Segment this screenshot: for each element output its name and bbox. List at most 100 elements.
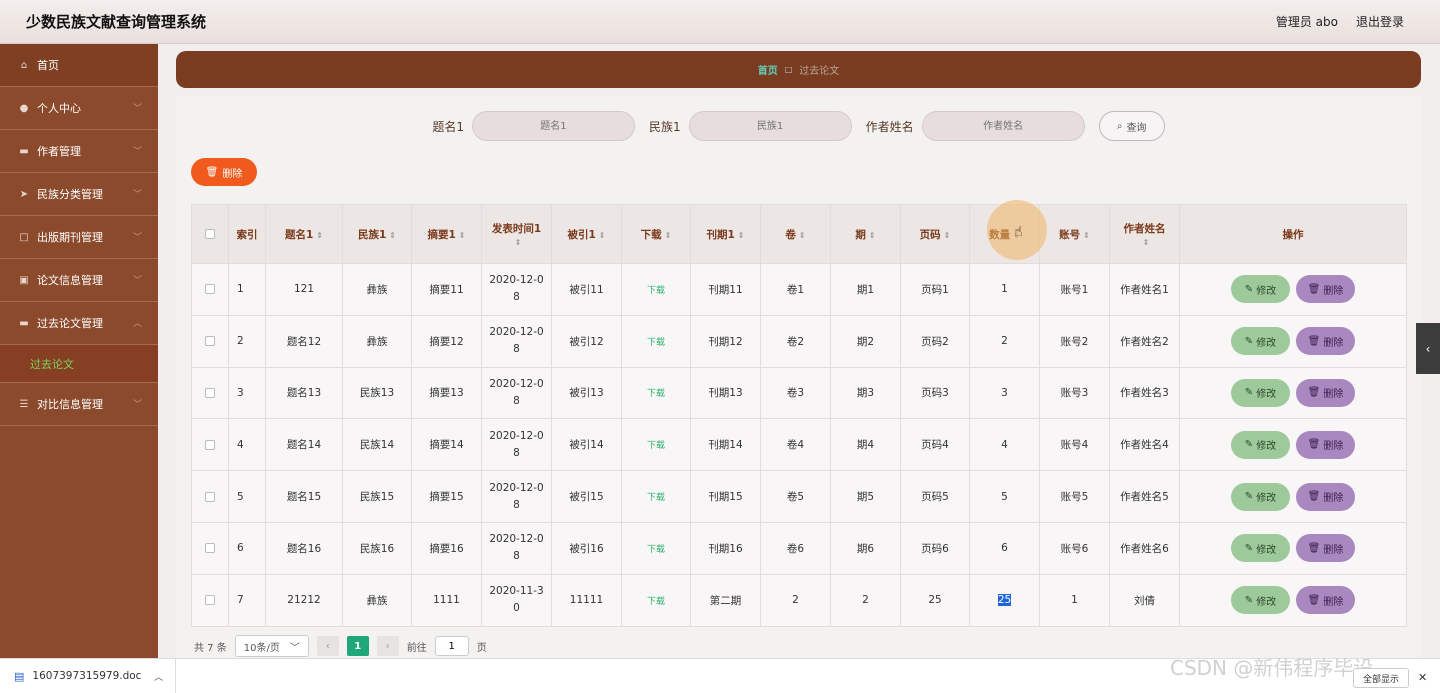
page-size-select[interactable]: 10条/页 ﹀: [234, 635, 309, 657]
row-select-cell[interactable]: [191, 470, 229, 523]
row-checkbox[interactable]: [205, 595, 215, 606]
show-all-downloads-button[interactable]: 全部显示: [1353, 668, 1409, 688]
select-all-checkbox[interactable]: [205, 229, 215, 239]
sidebar-item-comparison[interactable]: ☰ 对比信息管理 ﹀: [0, 383, 158, 426]
sort-icon[interactable]: ⇕: [316, 231, 323, 240]
column-header-title[interactable]: 题名1 ⇕: [265, 204, 343, 264]
bulk-delete-button[interactable]: 🗑 删除: [191, 158, 257, 186]
column-header-issue[interactable]: 期 ⇕: [830, 204, 901, 264]
sidebar-item-authors[interactable]: ▬ 作者管理 ﹀: [0, 130, 158, 173]
column-header-publish-date[interactable]: 发表时间1 ⇕: [481, 204, 552, 264]
row-select-cell[interactable]: [191, 573, 229, 627]
column-header-volume[interactable]: 卷 ⇕: [760, 204, 831, 264]
download-link[interactable]: 下载: [647, 597, 665, 607]
edit-button[interactable]: ✎ 修改: [1231, 482, 1290, 511]
download-link[interactable]: 下载: [647, 286, 665, 296]
column-header-abstract[interactable]: 摘要1 ⇕: [411, 204, 482, 264]
sort-icon[interactable]: ⇕: [869, 231, 876, 240]
row-checkbox[interactable]: [205, 387, 215, 398]
sort-icon[interactable]: ⇕: [738, 231, 745, 240]
row-checkbox[interactable]: [205, 543, 215, 554]
delete-button[interactable]: 🗑 删除: [1296, 378, 1355, 407]
download-link[interactable]: 下载: [647, 441, 665, 451]
row-select-cell[interactable]: [191, 521, 229, 575]
next-page-button[interactable]: ›: [376, 636, 399, 656]
column-header-account[interactable]: 账号 ⇕: [1039, 204, 1110, 264]
column-header-ethnicity[interactable]: 民族1 ⇕: [342, 204, 412, 264]
goto-page-input[interactable]: [434, 636, 469, 656]
delete-button[interactable]: 🗑 删除: [1296, 327, 1355, 356]
delete-button[interactable]: 🗑 删除: [1296, 275, 1355, 304]
column-header-pages[interactable]: 页码 ⇕: [900, 204, 970, 264]
search-input-ethnicity[interactable]: [688, 111, 852, 141]
sidebar-item-paper-info[interactable]: ▣ 论文信息管理 ﹀: [0, 259, 158, 302]
cell-publish-date: 2020-12-08: [481, 263, 552, 316]
row-select-cell[interactable]: [191, 314, 229, 368]
close-icon[interactable]: ✕: [1418, 671, 1427, 684]
chevron-up-icon[interactable]: ︿: [154, 670, 163, 683]
sort-icon[interactable]: ⇕: [665, 231, 672, 240]
sort-icon[interactable]: ⇕: [944, 231, 951, 240]
edit-button[interactable]: ✎ 修改: [1231, 378, 1290, 407]
sort-icon[interactable]: ⇕: [799, 231, 806, 240]
sidebar-item-home[interactable]: ⌂ 首页: [0, 44, 158, 87]
sort-icon[interactable]: ⇕: [515, 238, 522, 247]
download-link[interactable]: 下载: [647, 338, 665, 348]
row-checkbox[interactable]: [205, 439, 215, 450]
edit-button[interactable]: ✎ 修改: [1231, 586, 1290, 615]
download-link[interactable]: 下载: [647, 493, 665, 503]
cell-download[interactable]: 下载: [621, 470, 691, 523]
search-input-author[interactable]: [921, 111, 1085, 141]
cell-download[interactable]: 下载: [621, 521, 691, 575]
breadcrumb-home[interactable]: 首页: [758, 62, 778, 77]
cell-text: 4: [237, 438, 244, 451]
column-header-download[interactable]: 下载 ⇕: [621, 204, 691, 264]
cell-publish-date: 2020-12-08: [481, 470, 552, 523]
sort-icon[interactable]: ⇕: [389, 231, 396, 240]
row-checkbox[interactable]: [205, 491, 215, 502]
delete-button[interactable]: 🗑 删除: [1296, 534, 1355, 563]
column-header-issue-name[interactable]: 刊期1 ⇕: [690, 204, 761, 264]
sidebar-item-profile[interactable]: ● 个人中心 ﹀: [0, 87, 158, 130]
row-select-cell[interactable]: [191, 263, 229, 316]
row-checkbox[interactable]: [205, 336, 215, 347]
row-select-cell[interactable]: [191, 418, 229, 472]
column-header-author[interactable]: 作者姓名 ⇕: [1109, 204, 1180, 264]
sort-icon[interactable]: ⇕: [1083, 231, 1090, 240]
search-button[interactable]: ⌕ 查询: [1098, 111, 1165, 141]
cell-text: 期2: [856, 335, 875, 348]
cell-download[interactable]: 下载: [621, 314, 691, 368]
delete-button[interactable]: 🗑 删除: [1296, 586, 1355, 615]
sidebar-item-journals[interactable]: □ 出版期刊管理 ﹀: [0, 216, 158, 259]
delete-button[interactable]: 🗑 删除: [1296, 430, 1355, 459]
edit-button[interactable]: ✎ 修改: [1231, 534, 1290, 563]
logout-link[interactable]: 退出登录: [1356, 13, 1404, 30]
edit-button[interactable]: ✎ 修改: [1231, 430, 1290, 459]
sort-icon[interactable]: ⇕: [599, 231, 606, 240]
row-checkbox[interactable]: [205, 284, 215, 295]
column-header-quantity[interactable]: 数量 ⇕: [969, 204, 1040, 264]
cell-download[interactable]: 下载: [621, 366, 691, 420]
sort-icon[interactable]: ⇕: [459, 231, 466, 240]
select-all-cell[interactable]: [191, 204, 229, 264]
cell-download[interactable]: 下载: [621, 263, 691, 316]
edit-button[interactable]: ✎ 修改: [1231, 275, 1290, 304]
delete-button[interactable]: 🗑 删除: [1296, 482, 1355, 511]
column-header-citations[interactable]: 被引1 ⇕: [551, 204, 622, 264]
cell-download[interactable]: 下载: [621, 573, 691, 627]
sidebar-item-past-papers[interactable]: ▬ 过去论文管理 ︿: [0, 302, 158, 345]
download-link[interactable]: 下载: [647, 545, 665, 555]
page-number-current[interactable]: 1: [346, 636, 369, 656]
cell-actions: ✎ 修改 🗑 删除: [1179, 263, 1407, 316]
download-link[interactable]: 下载: [647, 389, 665, 399]
side-panel-toggle[interactable]: ‹: [1416, 323, 1440, 374]
row-select-cell[interactable]: [191, 366, 229, 420]
search-input-title[interactable]: [471, 111, 635, 141]
sidebar-subitem-past-papers[interactable]: 过去论文: [0, 345, 158, 383]
edit-button[interactable]: ✎ 修改: [1231, 327, 1290, 356]
sidebar-item-ethnic-category[interactable]: ➤ 民族分类管理 ﹀: [0, 173, 158, 216]
download-item[interactable]: ▤ 1607397315979.doc ︿: [0, 658, 176, 693]
sort-icon[interactable]: ⇕: [1143, 238, 1150, 247]
cell-download[interactable]: 下载: [621, 418, 691, 472]
prev-page-button[interactable]: ‹: [316, 636, 339, 656]
